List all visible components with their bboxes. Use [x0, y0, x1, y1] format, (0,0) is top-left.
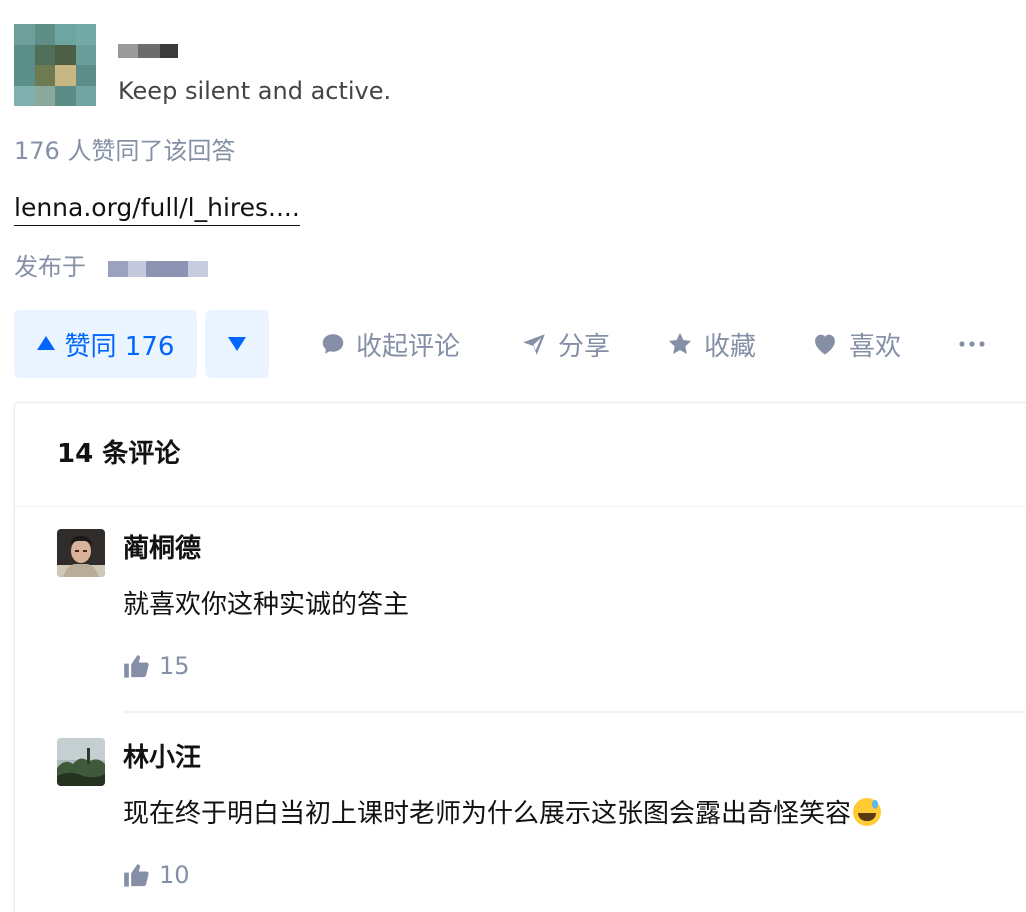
comment-text-row: 现在终于明白当初上课时老师为什么展示这张图会露出奇怪笑容	[123, 798, 882, 830]
action-bar: 赞同 176 收起评论 分享 收藏 喜欢	[14, 310, 1014, 378]
answer-link[interactable]: lenna.org/full/l_hires....	[14, 193, 300, 226]
thumbs-up-icon	[124, 864, 149, 887]
commenter-avatar[interactable]	[57, 529, 105, 577]
published-label: 发布于	[14, 253, 86, 281]
grinning-sweat-emoji-icon	[853, 798, 882, 826]
favorite-label: 收藏	[704, 331, 757, 362]
thumbs-up-icon	[124, 655, 149, 678]
favorite-button[interactable]: 收藏	[666, 310, 756, 378]
comment-like-count: 10	[159, 861, 190, 889]
comment-bubble-icon	[322, 334, 344, 354]
like-button[interactable]: 喜欢	[811, 310, 901, 378]
comment-like-button[interactable]: 15	[123, 652, 190, 680]
commenter-avatar[interactable]	[57, 738, 105, 786]
author-bio: Keep silent and active.	[118, 77, 392, 105]
more-button[interactable]	[958, 310, 986, 378]
like-label: 喜欢	[849, 331, 902, 362]
vote-down-button[interactable]	[205, 310, 269, 378]
commenter-name[interactable]: 林小汪	[123, 743, 201, 773]
published-date-redacted	[108, 261, 208, 277]
person-portrait-icon	[57, 529, 105, 577]
more-dots-icon	[959, 341, 985, 347]
collapse-comments-button[interactable]: 收起评论	[320, 310, 460, 378]
comments-title: 14 条评论	[57, 439, 181, 469]
comment-text: 就喜欢你这种实诚的答主	[123, 590, 410, 620]
comment-text: 现在终于明白当初上课时老师为什么展示这张图会露出奇怪笑容	[123, 799, 852, 829]
vote-summary: 176 人赞同了该回答	[14, 137, 236, 165]
published-info: 发布于	[14, 252, 208, 282]
author-header: Keep silent and active.	[14, 24, 614, 106]
comments-header: 14 条评论	[15, 403, 1026, 507]
landscape-photo-icon	[57, 738, 105, 786]
author-name-redacted[interactable]	[118, 44, 178, 60]
triangle-up-icon	[36, 336, 55, 350]
triangle-down-icon	[228, 337, 246, 351]
vote-up-button[interactable]: 赞同 176	[14, 310, 197, 378]
star-icon	[668, 332, 692, 355]
comments-panel: 14 条评论 蔺桐德 就喜欢你这种实诚的答主 15 林小汪 现在终于明白当初上课…	[14, 402, 1026, 912]
share-label: 分享	[558, 331, 611, 362]
author-avatar[interactable]	[14, 24, 96, 106]
vote-up-label: 赞同 176	[64, 331, 175, 362]
comment-like-count: 15	[159, 652, 190, 680]
commenter-name[interactable]: 蔺桐德	[123, 534, 201, 564]
paper-plane-icon	[523, 334, 545, 355]
comment-like-button[interactable]: 10	[123, 861, 190, 889]
heart-icon	[815, 334, 835, 355]
collapse-comments-label: 收起评论	[356, 331, 461, 362]
comment-divider	[123, 711, 1026, 713]
share-button[interactable]: 分享	[520, 310, 610, 378]
